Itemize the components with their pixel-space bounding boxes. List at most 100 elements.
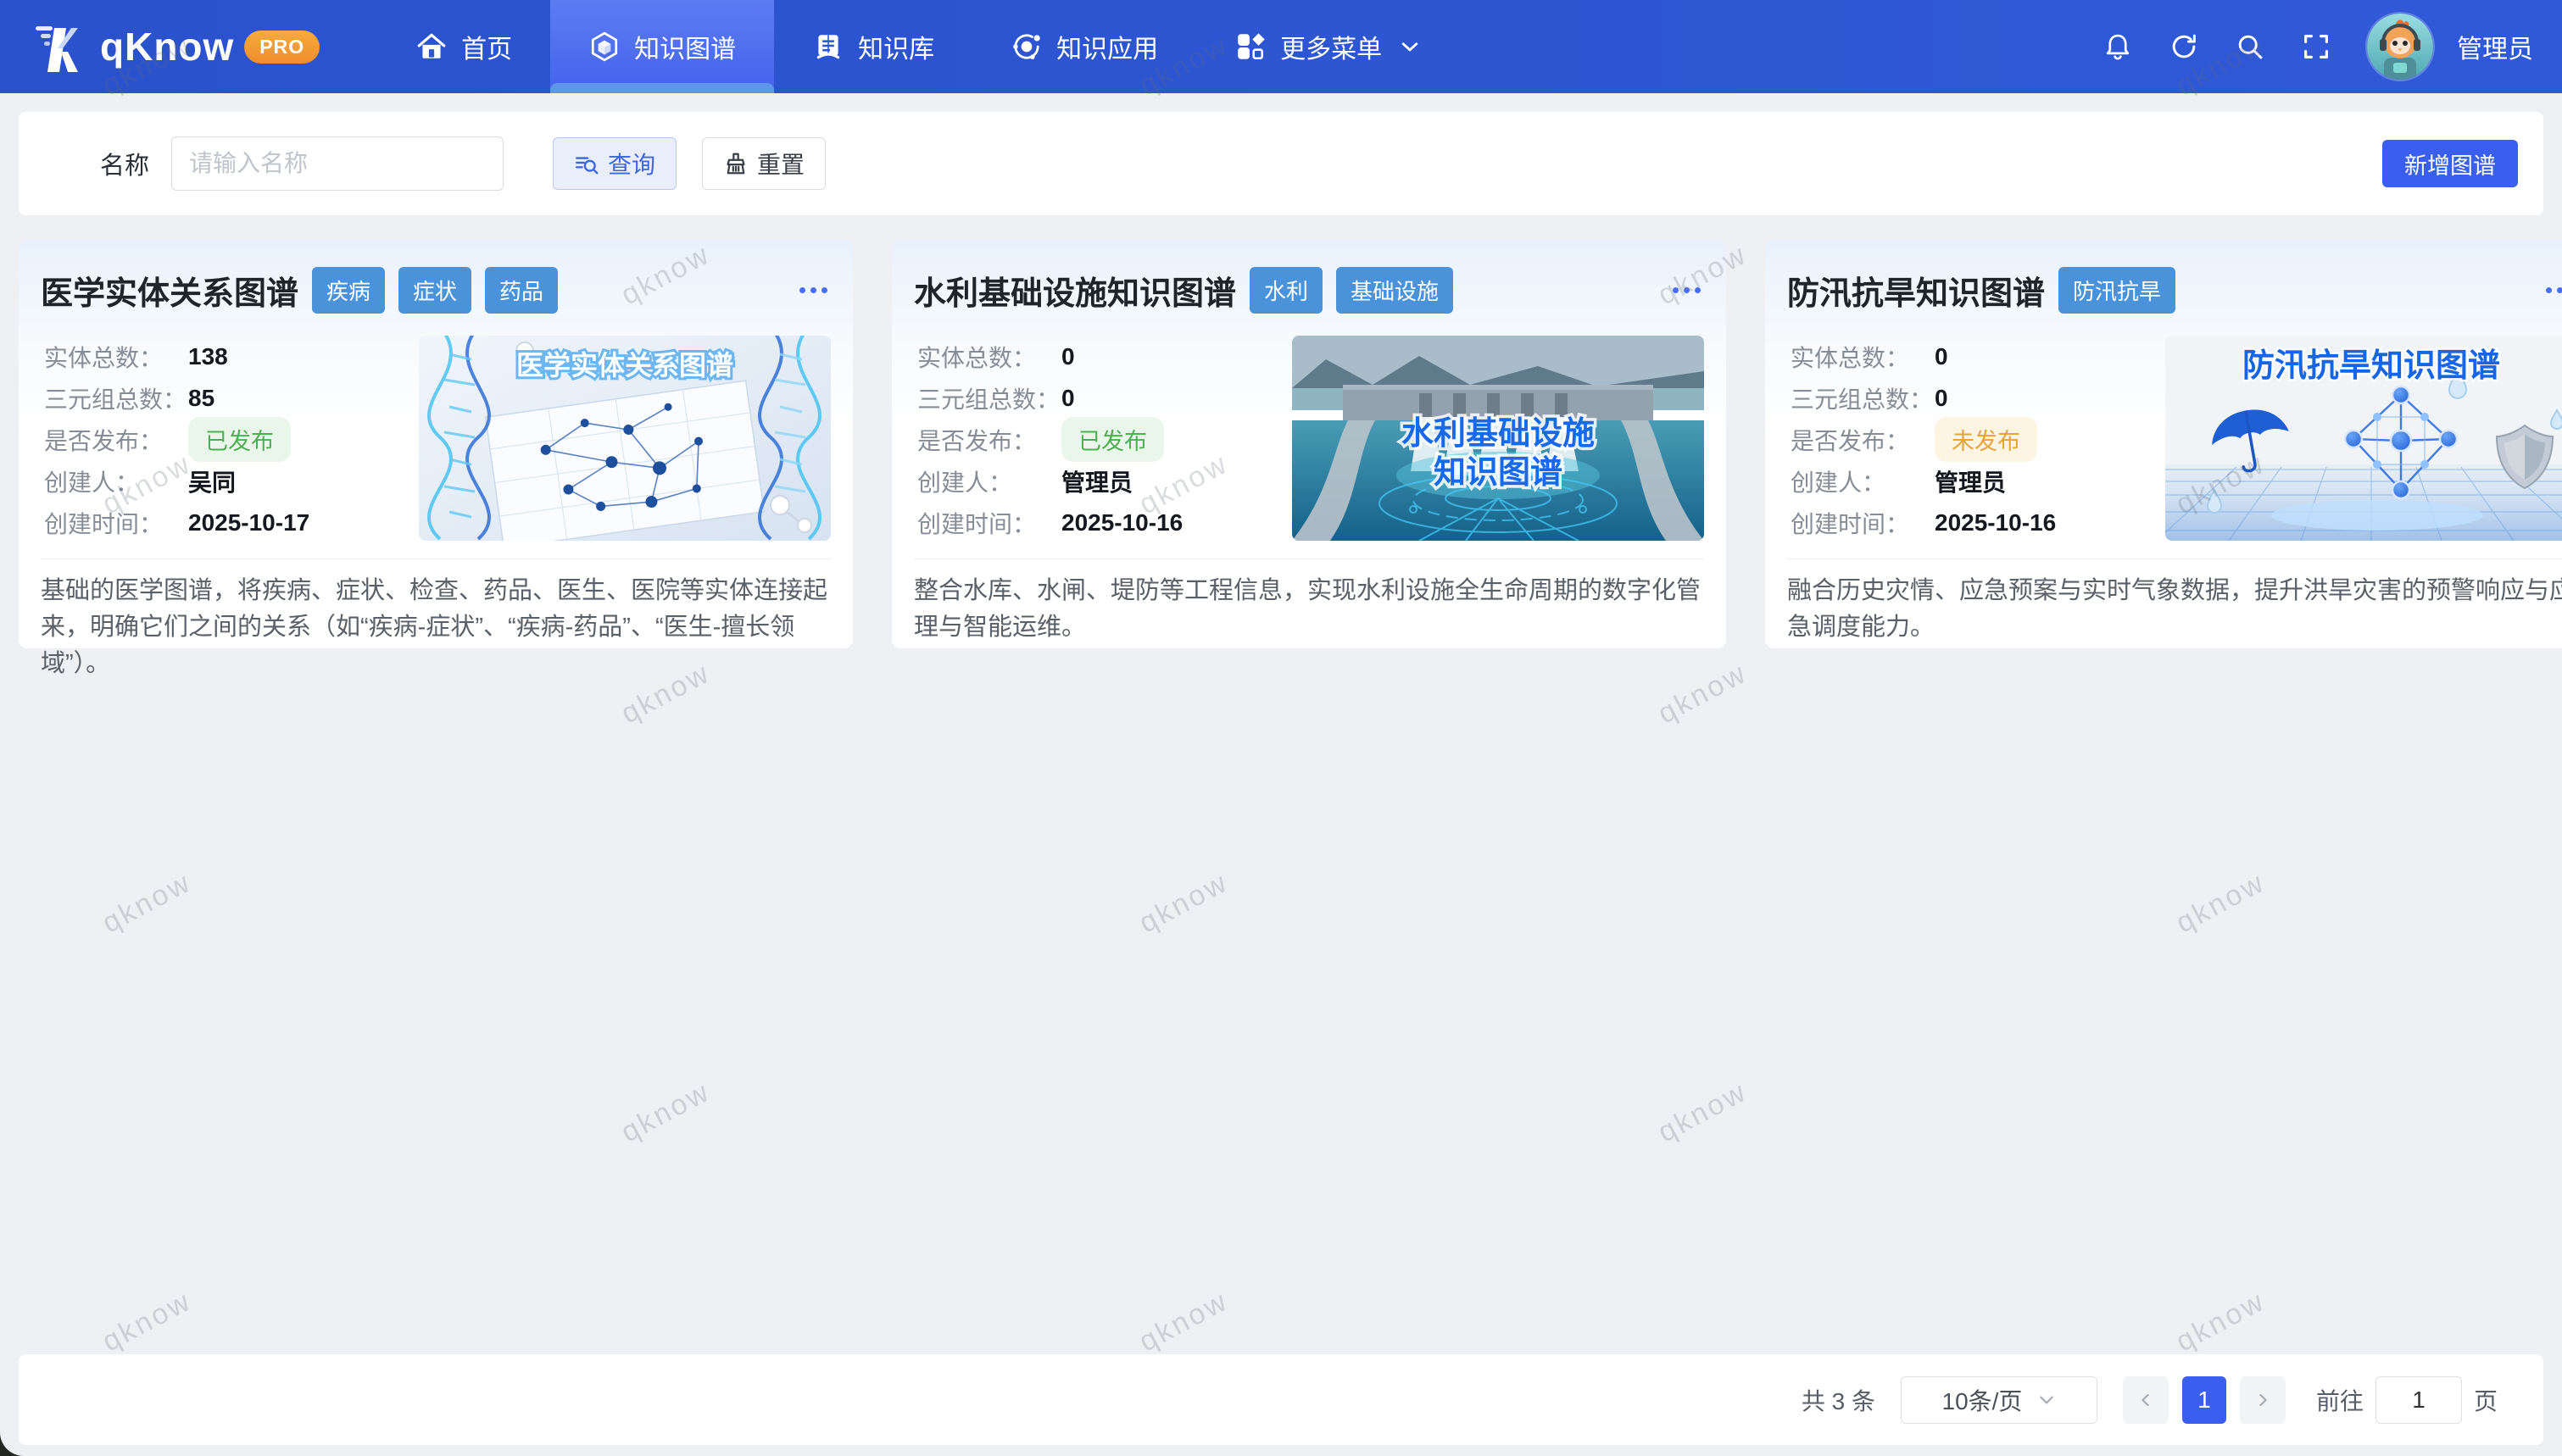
card-description: 整合水库、水闸、堤防等工程信息，实现水利设施全生命周期的数字化管理与智能运维。: [914, 573, 1704, 646]
refresh-icon[interactable]: [2169, 31, 2199, 62]
filter-panel: 名称 查询 重置 新增图谱: [19, 112, 2543, 215]
publish-status-badge: 未发布: [1935, 417, 2037, 462]
field-value: 85: [188, 385, 214, 412]
field-value: 管理员: [1061, 464, 1133, 498]
field-label: 是否发布：: [1791, 423, 1935, 457]
brand-logo[interactable]: qKnow PRO: [29, 16, 320, 77]
nav-label: 知识应用: [1056, 28, 1158, 65]
home-icon: [415, 31, 448, 63]
notification-bell-icon[interactable]: [2103, 31, 2133, 62]
watermark-text: qknow: [97, 1285, 197, 1359]
page-unit-label: 页: [2474, 1383, 2498, 1417]
watermark-text: qknow: [97, 866, 197, 941]
field-label: 三元组总数：: [1791, 381, 1935, 415]
field-value: 2025-10-17: [188, 509, 309, 536]
fullscreen-icon[interactable]: [2301, 31, 2331, 62]
chevron-down-icon: [2037, 1391, 2056, 1409]
page-size-select[interactable]: 10条/页: [1901, 1376, 2097, 1424]
field-label: 创建时间：: [917, 506, 1061, 540]
medical-graph-art: 医学实体关系图谱: [419, 336, 831, 541]
thumbnail-title: 知识图谱: [1434, 455, 1562, 491]
knowledge-graph-icon: [588, 31, 621, 63]
knowledge-apps-icon: [1011, 31, 1043, 63]
watermark-text: qknow: [2170, 1285, 2270, 1359]
field-value: 138: [188, 343, 228, 370]
field-label: 创建人：: [44, 464, 188, 498]
graph-card-water: 水利基础设施知识图谱 水利 基础设施 实体总数：0 三元组总数：0 是否发布：已…: [892, 240, 1726, 648]
reset-button[interactable]: 重置: [702, 137, 826, 190]
knowledge-base-icon: [812, 31, 844, 63]
field-label: 创建时间：: [1791, 506, 1935, 540]
watermark-text: qknow: [1652, 657, 1752, 731]
nav-label: 知识库: [858, 28, 934, 65]
field-label: 实体总数：: [917, 340, 1061, 374]
nav-label: 首页: [461, 28, 512, 65]
reset-button-label: 重置: [757, 147, 805, 181]
nav-item-knowledge-apps[interactable]: 知识应用: [972, 0, 1196, 93]
nav-item-knowledge-base[interactable]: 知识库: [774, 0, 972, 93]
field-label: 创建人：: [1791, 464, 1935, 498]
nav-item-home[interactable]: 首页: [377, 0, 550, 93]
card-fields: 实体总数：0 三元组总数：0 是否发布：未发布 创建人：管理员 创建时间：202…: [1787, 336, 2165, 543]
next-page-button[interactable]: [2240, 1376, 2286, 1424]
card-tag: 药品: [485, 267, 558, 314]
thumbnail-title: 医学实体关系图谱: [516, 350, 733, 381]
field-label: 是否发布：: [917, 423, 1061, 457]
query-button-label: 查询: [608, 147, 655, 181]
card-title: 防汛抗旱知识图谱: [1787, 267, 2045, 314]
user-avatar[interactable]: [2367, 14, 2433, 80]
card-description: 基础的医学图谱，将疾病、症状、检查、药品、医生、医院等实体连接起来，明确它们之间…: [41, 573, 831, 682]
card-fields: 实体总数：138 三元组总数：85 是否发布：已发布 创建人：吴同 创建时间：2…: [41, 336, 419, 543]
brand-name: qKnow: [100, 24, 234, 69]
watermark-text: qknow: [1133, 866, 1234, 941]
watermark-text: qknow: [1133, 1285, 1234, 1359]
publish-status-badge: 已发布: [188, 417, 291, 462]
field-value: 吴同: [188, 464, 236, 498]
prev-page-button[interactable]: [2123, 1376, 2169, 1424]
page-number-current[interactable]: 1: [2182, 1376, 2226, 1424]
field-label: 三元组总数：: [44, 381, 188, 415]
field-value: 2025-10-16: [1935, 509, 2056, 536]
card-more-menu[interactable]: [2543, 279, 2562, 302]
field-label: 实体总数：: [44, 340, 188, 374]
nav-label: 知识图谱: [634, 28, 736, 65]
chevron-down-icon: [1399, 36, 1421, 58]
card-thumbnail-flood: 防汛抗旱知识图谱: [2165, 336, 2562, 541]
chevron-left-icon: [2137, 1392, 2154, 1409]
flood-control-art: 防汛抗旱知识图谱: [2165, 336, 2562, 541]
nav-item-knowledge-graph[interactable]: 知识图谱: [550, 0, 774, 93]
card-tag: 症状: [398, 267, 471, 314]
nav-item-more-menu[interactable]: 更多菜单: [1196, 0, 1459, 93]
card-title: 水利基础设施知识图谱: [914, 267, 1236, 314]
card-description: 融合历史灾情、应急预案与实时气象数据，提升洪旱灾害的预警响应与应急调度能力。: [1787, 573, 2562, 646]
name-filter-label: 名称: [100, 146, 149, 181]
query-search-icon: [574, 151, 599, 176]
card-title: 医学实体关系图谱: [41, 267, 298, 314]
add-graph-button[interactable]: 新增图谱: [2382, 140, 2518, 187]
thumbnail-title: 防汛抗旱知识图谱: [2242, 348, 2500, 384]
name-search-input[interactable]: [171, 136, 504, 191]
field-value: 0: [1935, 343, 1948, 370]
card-more-menu[interactable]: [796, 279, 831, 302]
user-name[interactable]: 管理员: [2457, 28, 2533, 65]
publish-status-badge: 已发布: [1061, 417, 1164, 462]
main-menu: 首页 知识图谱 知识: [377, 0, 1459, 93]
search-icon[interactable]: [2235, 31, 2265, 62]
thumbnail-title: 水利基础设施: [1401, 416, 1595, 452]
nav-label: 更多菜单: [1280, 28, 1382, 65]
pagination-bar: 共 3 条 10条/页 1 前往 页: [19, 1354, 2543, 1445]
card-more-menu[interactable]: [1669, 279, 1704, 302]
pro-badge: PRO: [244, 31, 320, 64]
query-button[interactable]: 查询: [553, 137, 677, 190]
dam-photo-art: 水利基础设施 知识图谱: [1292, 336, 1704, 541]
qknow-logo-icon: [29, 16, 90, 77]
field-label: 实体总数：: [1791, 340, 1935, 374]
watermark-text: qknow: [1652, 1075, 1752, 1150]
graph-card-list: 医学实体关系图谱 疾病 症状 药品 实体总数：138 三元组总数：85 是否发布…: [19, 240, 2543, 648]
field-value: 0: [1935, 385, 1948, 412]
field-label: 创建人：: [917, 464, 1061, 498]
goto-page-input[interactable]: [2375, 1376, 2462, 1424]
field-label: 是否发布：: [44, 423, 188, 457]
chevron-right-icon: [2254, 1392, 2271, 1409]
navbar-tools: 管理员: [2103, 14, 2533, 80]
